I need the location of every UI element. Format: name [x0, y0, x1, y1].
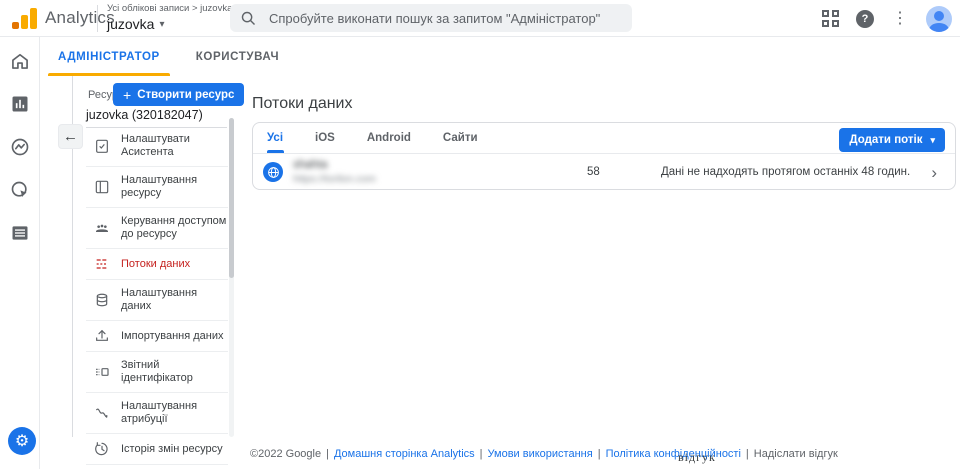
- people-icon: [94, 220, 110, 236]
- menu-item-access-management[interactable]: Керування доступом до ресурсу: [86, 208, 228, 249]
- identity-icon: [94, 364, 110, 380]
- menu-item-label: Керування доступом до ресурсу: [121, 215, 227, 240]
- stream-identity: shahta https://torilon.com: [293, 159, 553, 185]
- chevron-right-icon[interactable]: ›: [931, 164, 937, 181]
- copyright: ©2022 Google: [250, 448, 322, 460]
- gear-glyph: ⚙: [14, 433, 30, 450]
- menu-item-data-settings[interactable]: Налаштування даних: [86, 280, 228, 321]
- create-property-label: Створити ресурс: [137, 88, 235, 101]
- apps-grid-icon[interactable]: [822, 9, 840, 28]
- menu-item-label: Звітний ідентифікатор: [121, 359, 193, 384]
- account-name: juzovka: [107, 16, 155, 32]
- scrollbar-thumb[interactable]: [229, 118, 234, 278]
- search-bar[interactable]: [230, 4, 632, 32]
- stream-url: https://torilon.com: [293, 173, 376, 185]
- menu-item-reporting-identity[interactable]: Звітний ідентифікатор: [86, 352, 228, 393]
- property-selector[interactable]: juzovka (320182047): [86, 108, 227, 128]
- footer-separator: |: [745, 448, 749, 460]
- create-property-button[interactable]: + Створити ресурс: [113, 83, 245, 106]
- data-streams-card: Усі iOS Android Сайти Додати потік ▾ sha…: [252, 122, 956, 190]
- menu-item-label: Налаштування даних: [121, 287, 198, 312]
- analytics-logo-icon: [12, 8, 37, 29]
- stream-events-count: 58: [587, 166, 600, 178]
- database-icon: [94, 292, 110, 308]
- menu-item-label: Імпортування даних: [121, 329, 224, 342]
- plus-icon: +: [123, 86, 132, 103]
- help-icon[interactable]: ?: [856, 9, 874, 28]
- menu-item-data-deletion-requests[interactable]: Dd Запити на видалення даних: [86, 465, 228, 469]
- search-icon: [241, 11, 256, 25]
- property-settings-icon: [94, 179, 110, 195]
- stream-tab-web[interactable]: Сайти: [427, 123, 494, 153]
- menu-item-data-import[interactable]: Імпортування даних: [86, 321, 228, 352]
- tab-administrator[interactable]: АДМІНІСТРАТОР: [40, 37, 178, 76]
- menu-item-label: Налаштування ресурсу: [121, 174, 198, 199]
- stream-row[interactable]: shahta https://torilon.com 58 Дані не на…: [253, 154, 955, 190]
- clipboard-check-icon: [94, 138, 110, 154]
- history-icon: [94, 441, 110, 457]
- menu-item-label: Налаштувати Асистента: [121, 133, 190, 158]
- stream-name: shahta: [293, 159, 328, 171]
- property-menu: Налаштувати Асистента Налаштування ресур…: [86, 126, 228, 469]
- breadcrumb: Усі облікові записи > juzovka: [107, 3, 233, 14]
- footer: ©2022 Google | Домашня сторінка Analytic…: [250, 448, 838, 460]
- menu-item-data-streams[interactable]: Потоки даних: [86, 249, 228, 280]
- admin-gear-icon[interactable]: ⚙: [8, 427, 36, 455]
- menu-item-property-settings[interactable]: Налаштування ресурсу: [86, 167, 228, 208]
- upload-icon: [94, 328, 110, 344]
- configure-icon[interactable]: [10, 223, 30, 243]
- kebab-menu-icon[interactable]: ⋮: [890, 10, 910, 28]
- footer-link-terms[interactable]: Умови використання: [488, 448, 593, 460]
- stream-tab-ios[interactable]: iOS: [299, 123, 351, 153]
- footer-separator: |: [326, 448, 329, 460]
- chevron-down-icon: ▾: [159, 18, 165, 30]
- menu-item-change-history[interactable]: Історія змін ресурсу: [86, 434, 228, 465]
- analytics-admin-page: Analytics Усі облікові записи > juzovka …: [0, 0, 960, 469]
- chevron-down-icon: ▾: [930, 134, 935, 145]
- page-title: Потоки даних: [252, 95, 353, 112]
- panel-scrollbar: [229, 118, 234, 437]
- account-name-dropdown[interactable]: juzovka ▾: [107, 16, 232, 32]
- menu-item-label: Налаштування атрибуції: [121, 400, 198, 425]
- left-nav-rail: ⚙: [0, 37, 40, 469]
- footer-link-analytics-home[interactable]: Домашня сторінка Analytics: [334, 448, 475, 460]
- stream-tab-android[interactable]: Android: [351, 123, 427, 153]
- top-app-bar: Analytics Усі облікові записи > juzovka …: [0, 0, 960, 37]
- collapse-arrow-icon[interactable]: ←: [58, 124, 83, 149]
- menu-item-label: Історія змін ресурсу: [121, 442, 223, 455]
- home-icon[interactable]: [10, 51, 30, 71]
- footer-overlay-text: відгук: [678, 450, 716, 464]
- add-stream-button[interactable]: Додати потік ▾: [839, 128, 945, 152]
- reports-icon[interactable]: [10, 94, 30, 114]
- explore-icon[interactable]: [10, 137, 30, 157]
- stream-tab-all[interactable]: Усі: [253, 123, 299, 153]
- data-streams-icon: [94, 256, 110, 272]
- admin-tabbar: АДМІНІСТРАТОР КОРИСТУВАЧ: [40, 37, 297, 76]
- header-actions: ? ⋮: [822, 0, 956, 37]
- tab-user[interactable]: КОРИСТУВАЧ: [178, 37, 297, 76]
- attribution-icon: [94, 405, 110, 421]
- logo-text: Analytics: [45, 8, 115, 27]
- footer-separator: |: [479, 448, 483, 460]
- advertising-icon[interactable]: [10, 180, 30, 200]
- menu-item-label: Потоки даних: [121, 257, 191, 270]
- globe-icon: [263, 162, 283, 182]
- header-divider: [97, 5, 98, 32]
- add-stream-label: Додати потік: [849, 134, 923, 146]
- footer-feedback-link[interactable]: Надіслати відгук: [754, 448, 838, 460]
- help-glyph: ?: [861, 12, 869, 25]
- avatar[interactable]: [926, 5, 952, 32]
- analytics-logo[interactable]: Analytics: [12, 7, 115, 29]
- search-input[interactable]: [269, 10, 622, 26]
- footer-link-privacy[interactable]: Політика конфіденційності: [606, 448, 741, 460]
- menu-item-setup-assistant[interactable]: Налаштувати Асистента: [86, 126, 228, 167]
- menu-item-attribution-settings[interactable]: Налаштування атрибуції: [86, 393, 228, 434]
- footer-separator: |: [597, 448, 601, 460]
- account-switcher[interactable]: Усі облікові записи > juzovka juzovka ▾: [107, 3, 232, 32]
- stream-status: Дані не надходять протягом останніх 48 г…: [661, 166, 911, 178]
- avatar-person-icon: [934, 10, 944, 21]
